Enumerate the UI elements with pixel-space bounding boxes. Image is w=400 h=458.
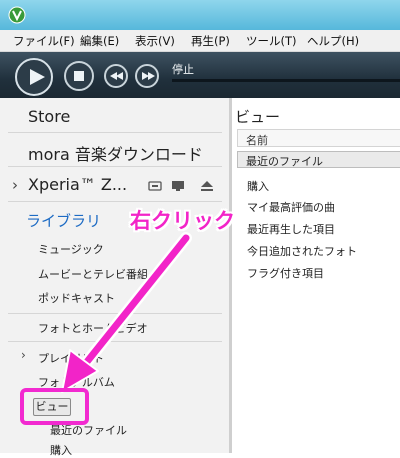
highlight-box bbox=[20, 388, 89, 425]
right-click-callout: 右クリック bbox=[130, 209, 235, 233]
